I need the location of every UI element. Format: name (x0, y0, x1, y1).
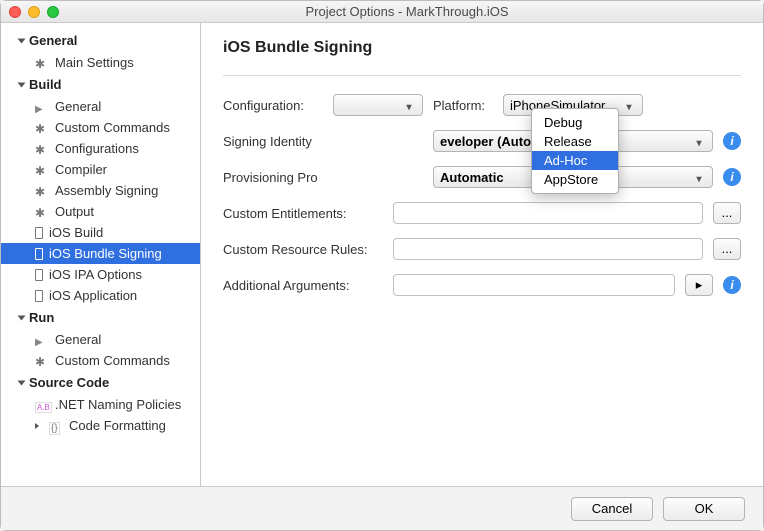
sidebar-item[interactable]: Assembly Signing (1, 180, 200, 201)
sidebar-item[interactable]: iOS Build (1, 222, 200, 243)
phone-icon (35, 290, 43, 302)
sidebar-item-label: Output (55, 204, 94, 219)
additional-arguments-input[interactable] (393, 274, 675, 296)
window-controls (9, 6, 59, 18)
gear-icon (35, 184, 49, 198)
configuration-dropdown[interactable]: DebugReleaseAd-HocAppStore (531, 108, 619, 194)
info-icon[interactable]: i (723, 132, 741, 150)
chevron-down-icon (402, 98, 416, 113)
dropdown-option[interactable]: Ad-Hoc (532, 151, 618, 170)
sidebar-section[interactable]: Run (1, 306, 200, 329)
custom-entitlements-input[interactable] (393, 202, 703, 224)
content-pane: iOS Bundle Signing Configuration: Platfo… (201, 23, 763, 486)
gear-icon (35, 354, 49, 368)
sidebar-item-label: Assembly Signing (55, 183, 158, 198)
gear-icon (35, 142, 49, 156)
custom-resource-rules-input[interactable] (393, 238, 703, 260)
provisioning-profile-label: Provisioning Pro (223, 170, 423, 185)
custom-resource-rules-label: Custom Resource Rules: (223, 242, 383, 257)
platform-label: Platform: (433, 98, 493, 113)
sidebar-item[interactable]: iOS Bundle Signing (1, 243, 200, 264)
sidebar-item[interactable]: Custom Commands (1, 350, 200, 371)
dropdown-option[interactable]: Debug (532, 113, 618, 132)
signing-identity-label: Signing Identity (223, 134, 423, 149)
sidebar-item[interactable]: .NET Naming Policies (1, 394, 200, 415)
sidebar-item-label: iOS IPA Options (49, 267, 142, 282)
minimize-icon[interactable] (28, 6, 40, 18)
sidebar-item[interactable]: iOS Application (1, 285, 200, 306)
additional-arguments-label: Additional Arguments: (223, 278, 383, 293)
info-icon[interactable]: i (723, 276, 741, 294)
gear-icon (35, 56, 49, 70)
sidebar-section[interactable]: General (1, 29, 200, 52)
sidebar-item[interactable]: Code Formatting (1, 415, 200, 436)
configuration-label: Configuration: (223, 98, 323, 113)
sidebar-item-label: General (55, 99, 101, 114)
sidebar-item-label: Custom Commands (55, 353, 170, 368)
sidebar-item-label: iOS Application (49, 288, 137, 303)
close-icon[interactable] (9, 6, 21, 18)
sidebar-item-label: Compiler (55, 162, 107, 177)
chevron-down-icon (692, 134, 706, 149)
sidebar: General Main Settings Build General Custom C… (1, 23, 201, 486)
cancel-button[interactable]: Cancel (571, 497, 653, 521)
browse-button[interactable]: ... (713, 238, 741, 260)
sidebar-item[interactable]: Main Settings (1, 52, 200, 73)
sidebar-item[interactable]: Custom Commands (1, 117, 200, 138)
chevron-down-icon (692, 170, 706, 185)
titlebar: Project Options - MarkThrough.iOS (1, 1, 763, 23)
window-title: Project Options - MarkThrough.iOS (59, 4, 755, 19)
ok-button[interactable]: OK (663, 497, 745, 521)
dialog-footer: Cancel OK (1, 486, 763, 530)
ab-icon (35, 398, 49, 412)
gear-icon (35, 121, 49, 135)
sidebar-item-label: Configurations (55, 141, 139, 156)
page-heading: iOS Bundle Signing (223, 39, 741, 57)
sidebar-item-label: iOS Bundle Signing (49, 246, 162, 261)
gear-icon (35, 205, 49, 219)
phone-icon (35, 227, 43, 239)
sidebar-item[interactable]: Configurations (1, 138, 200, 159)
info-icon[interactable]: i (723, 168, 741, 186)
sidebar-section[interactable]: Source Code (1, 371, 200, 394)
sidebar-item[interactable]: General (1, 96, 200, 117)
browse-button[interactable]: ... (713, 202, 741, 224)
sidebar-item[interactable]: Compiler (1, 159, 200, 180)
sidebar-item-label: Main Settings (55, 55, 134, 70)
custom-entitlements-label: Custom Entitlements: (223, 206, 383, 221)
phone-icon (35, 248, 43, 260)
dropdown-option[interactable]: Release (532, 132, 618, 151)
sidebar-item-label: iOS Build (49, 225, 103, 240)
gear-icon (35, 163, 49, 177)
sidebar-item[interactable]: iOS IPA Options (1, 264, 200, 285)
sidebar-item[interactable]: General (1, 329, 200, 350)
phone-icon (35, 269, 43, 281)
sidebar-item-label: Code Formatting (69, 418, 166, 433)
brace-icon (49, 419, 63, 433)
zoom-icon[interactable] (47, 6, 59, 18)
chevron-down-icon (622, 98, 636, 113)
sidebar-item-label: Custom Commands (55, 120, 170, 135)
play-icon (35, 333, 49, 347)
sidebar-item-label: General (55, 332, 101, 347)
play-icon (35, 100, 49, 114)
dropdown-option[interactable]: AppStore (532, 170, 618, 189)
expand-icon (35, 423, 39, 429)
play-button[interactable]: ▸ (685, 274, 713, 296)
divider (223, 75, 741, 76)
sidebar-section[interactable]: Build (1, 73, 200, 96)
sidebar-item[interactable]: Output (1, 201, 200, 222)
sidebar-item-label: .NET Naming Policies (55, 397, 181, 412)
configuration-combo[interactable] (333, 94, 423, 116)
